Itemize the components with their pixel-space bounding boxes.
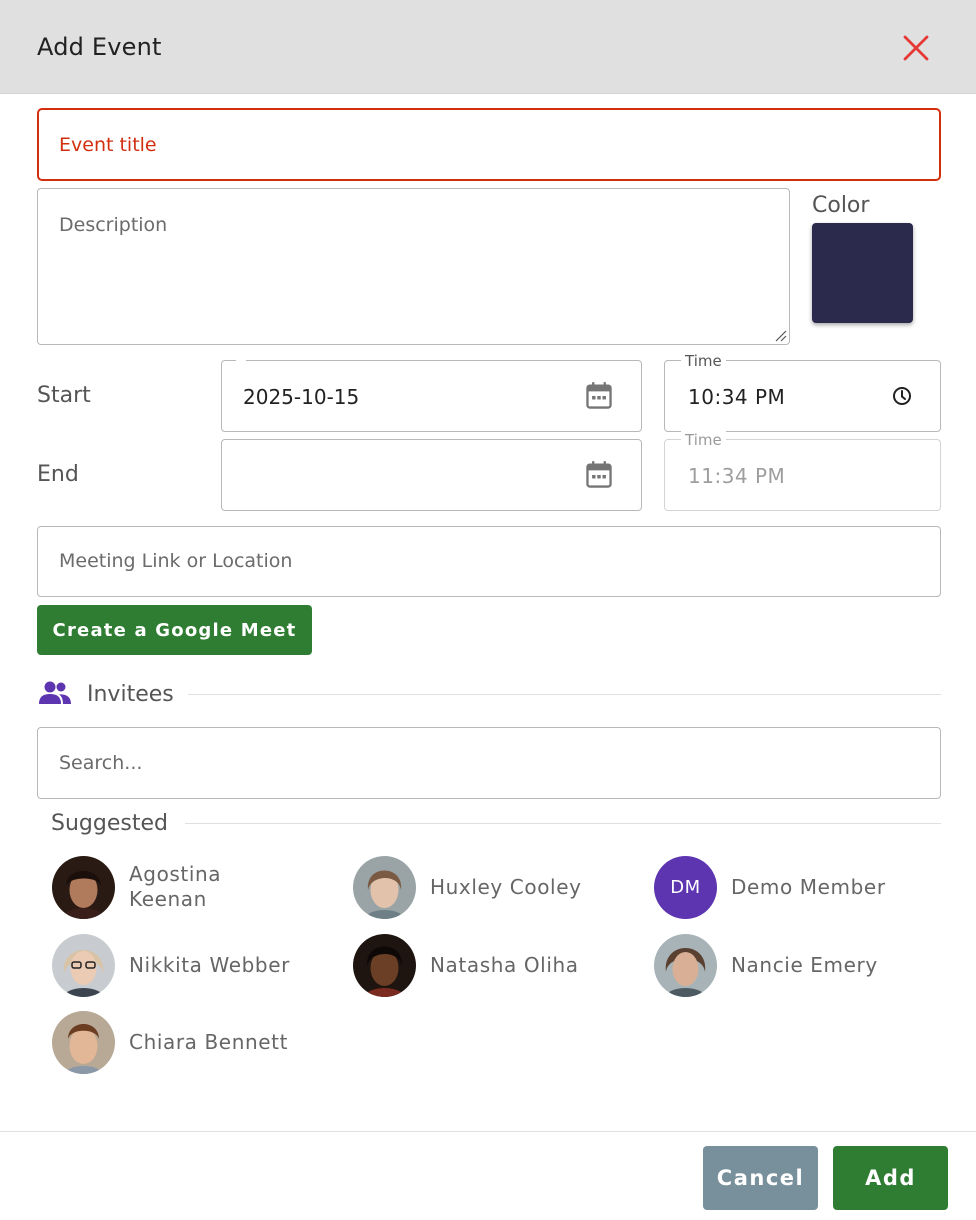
- event-title-input[interactable]: Event title: [37, 108, 941, 181]
- suggested-person[interactable]: Huxley Cooley: [353, 855, 582, 919]
- start-date-value: 2025-10-15: [243, 385, 360, 409]
- calendar-icon[interactable]: [585, 381, 613, 411]
- invitees-label: Invitees: [87, 682, 174, 707]
- cancel-button[interactable]: Cancel: [703, 1146, 818, 1210]
- avatar: [654, 933, 717, 997]
- people-icon: [39, 681, 71, 704]
- color-label: Color: [812, 193, 870, 218]
- dialog-title: Add Event: [37, 33, 162, 61]
- close-icon: [903, 35, 929, 61]
- start-label: Start: [37, 383, 91, 408]
- suggested-label: Suggested: [51, 811, 168, 836]
- avatar-initials: DM: [654, 855, 717, 919]
- person-name: Nikkita Webber: [129, 952, 290, 977]
- end-time-legend: Time: [681, 431, 726, 449]
- suggested-person[interactable]: Nikkita Webber: [52, 933, 290, 997]
- suggested-divider: [185, 823, 941, 824]
- close-button[interactable]: [896, 28, 936, 68]
- invitees-divider: [188, 694, 941, 695]
- start-time-value: 10:34 PM: [688, 385, 786, 409]
- invitee-search-input[interactable]: Search...: [37, 727, 941, 799]
- end-time-value: 11:34 PM: [688, 464, 786, 488]
- create-google-meet-button[interactable]: Create a Google Meet: [37, 605, 312, 655]
- person-name: Nancie Emery: [731, 952, 878, 977]
- avatar: [353, 933, 416, 997]
- suggested-person[interactable]: Natasha Oliha: [353, 933, 579, 997]
- start-time-legend: Time: [681, 352, 726, 370]
- suggested-person[interactable]: Nancie Emery: [654, 933, 878, 997]
- suggested-person[interactable]: DM Demo Member: [654, 855, 886, 919]
- person-name: Natasha Oliha: [430, 952, 579, 977]
- calendar-icon[interactable]: [585, 460, 613, 490]
- avatar: [353, 855, 416, 919]
- dialog-header: Add Event: [0, 0, 976, 94]
- resize-handle-icon[interactable]: [773, 328, 787, 342]
- person-name: Huxley Cooley: [430, 874, 582, 899]
- event-title-placeholder: Event title: [59, 134, 157, 156]
- end-label: End: [37, 462, 79, 487]
- footer-divider: [0, 1131, 976, 1132]
- suggested-person[interactable]: Agostina Keenan: [52, 855, 259, 919]
- suggested-person[interactable]: Chiara Bennett: [52, 1010, 288, 1074]
- outline-notch: [236, 359, 246, 363]
- location-placeholder: Meeting Link or Location: [59, 550, 293, 572]
- add-button[interactable]: Add: [833, 1146, 948, 1210]
- person-name: Agostina Keenan: [129, 862, 222, 911]
- clock-icon[interactable]: [892, 386, 912, 406]
- add-event-dialog: Add Event Event title Description Color …: [0, 0, 976, 1220]
- search-placeholder: Search...: [59, 752, 143, 774]
- avatar: [52, 1010, 115, 1074]
- avatar: [52, 933, 115, 997]
- description-textarea[interactable]: Description: [37, 188, 790, 345]
- location-input[interactable]: Meeting Link or Location: [37, 526, 941, 597]
- description-placeholder: Description: [59, 214, 168, 236]
- avatar: [52, 855, 115, 919]
- person-name: Demo Member: [731, 874, 886, 899]
- color-picker-swatch[interactable]: [812, 223, 913, 323]
- start-date-input[interactable]: 2025-10-15: [221, 359, 642, 432]
- start-time-input[interactable]: Time 10:34 PM: [664, 352, 941, 432]
- end-time-input: Time 11:34 PM: [664, 431, 941, 511]
- person-name: Chiara Bennett: [129, 1029, 289, 1054]
- end-date-input[interactable]: [221, 439, 642, 511]
- invitees-section-header: Invitees: [37, 678, 941, 712]
